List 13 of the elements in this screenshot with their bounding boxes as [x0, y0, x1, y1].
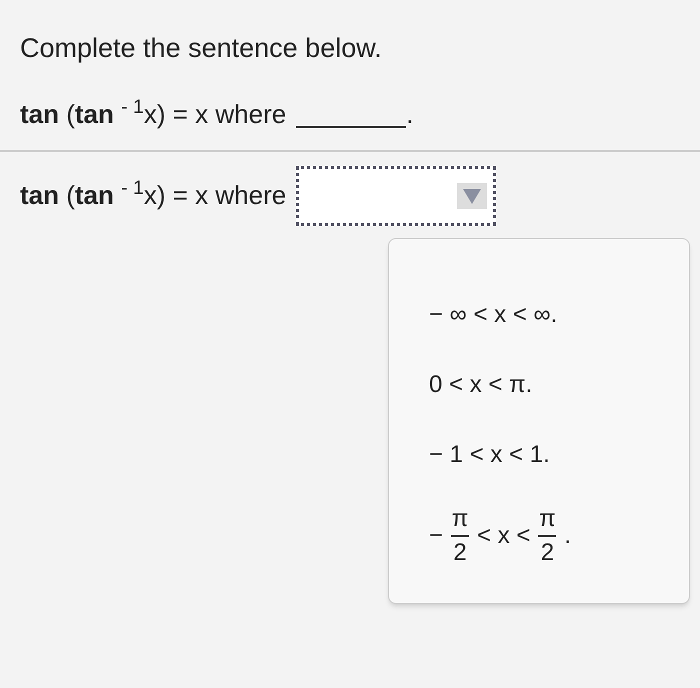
- answer-dropdown[interactable]: [296, 166, 496, 226]
- caret-icon: [457, 182, 488, 208]
- denominator: 2: [453, 538, 467, 564]
- dropdown-option[interactable]: 0 < x < π.: [429, 366, 689, 402]
- dropdown-option[interactable]: − ∞ < x < ∞.: [429, 296, 689, 332]
- sentence-end: .: [406, 98, 414, 130]
- sentence-text: tan (tan $^{- 1}$x) = x where: [20, 94, 286, 130]
- numerator: π: [452, 506, 468, 534]
- dropdown-option[interactable]: − 1 < x < 1.: [429, 436, 689, 472]
- denominator: 2: [540, 538, 554, 564]
- numerator: π: [539, 506, 556, 534]
- instruction-text: Complete the sentence below.: [20, 32, 383, 65]
- sentence-text: tan (tan $^{- 1}$x) = x where: [20, 176, 286, 212]
